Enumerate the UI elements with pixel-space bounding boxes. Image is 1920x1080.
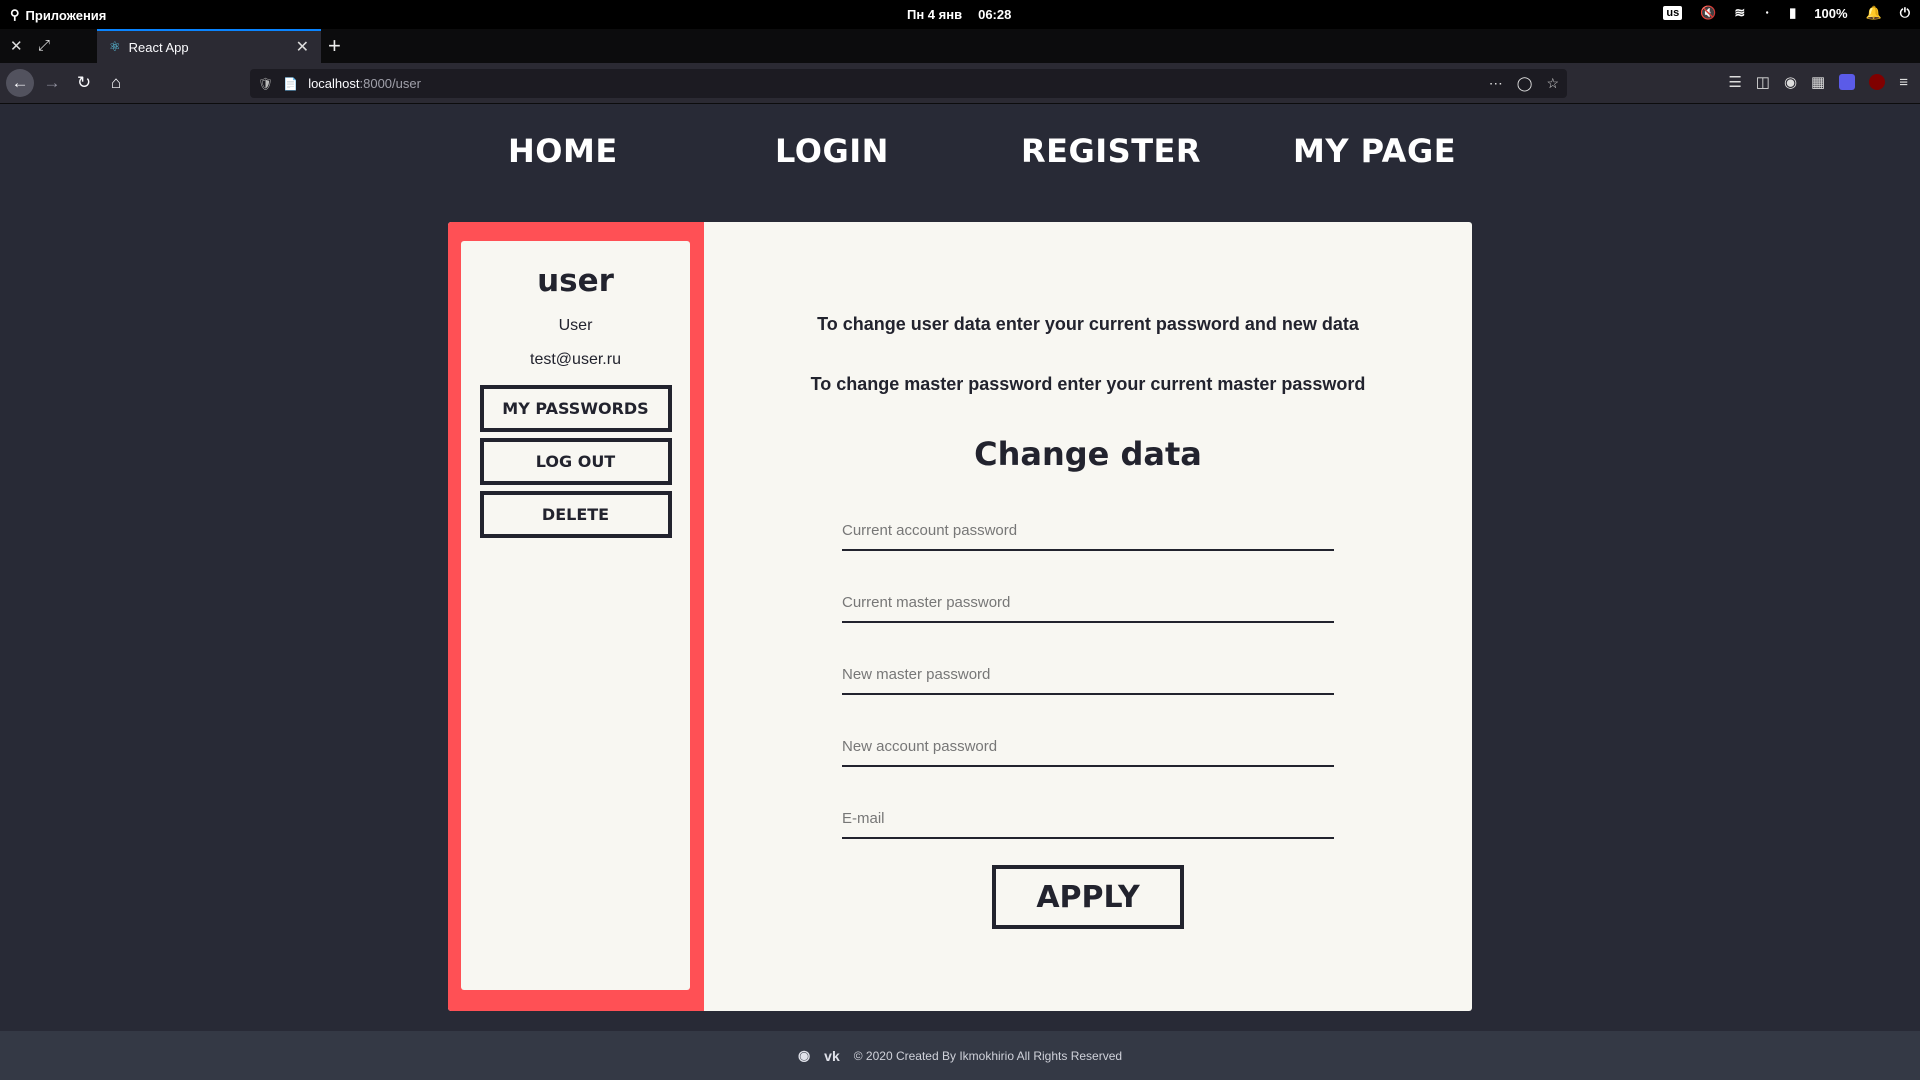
forward-arrow-icon[interactable]: → [38, 69, 66, 97]
vk-icon[interactable]: vk [824, 1048, 840, 1064]
info-master-password: To change master password enter your cur… [810, 374, 1366, 394]
log-out-button[interactable]: LOG OUT [479, 438, 672, 485]
nav-login-link[interactable]: LOGIN [775, 132, 889, 170]
tab-close-icon[interactable]: ✕ [296, 37, 309, 57]
tab-title: React App [128, 39, 189, 55]
qr-extension-icon[interactable]: ▦ [1811, 73, 1825, 91]
ublock-extension-icon[interactable] [1869, 74, 1886, 90]
pocket-icon[interactable]: ◯ [1517, 75, 1533, 92]
form-title: Change data [974, 435, 1202, 473]
nav-my-page-link[interactable]: MY PAGE [1293, 132, 1456, 170]
reload-icon[interactable]: ↻ [70, 69, 98, 97]
date: Пн 4 янв [907, 7, 963, 22]
current-master-password-field[interactable] [842, 583, 1334, 623]
address-bar[interactable]: 🛡 📄 localhost:8000/user ⋯ ◯ ☆ [250, 69, 1567, 98]
bookmark-star-icon[interactable]: ☆ [1546, 75, 1559, 92]
react-favicon-icon: ⚛ [109, 39, 121, 54]
restore-window-icon[interactable]: ⤢ [38, 37, 50, 54]
os-top-bar: ⚲ Приложения Пн 4 янв 06:28 us 🔇 ≋ ᛫ ▮ 1… [0, 0, 1920, 29]
profile-actions: MY PASSWORDS LOG OUT DELETE [461, 385, 690, 538]
user-sidebar: user User test@user.ru MY PASSWORDS LOG … [448, 222, 704, 1011]
change-data-panel: To change user data enter your current p… [704, 222, 1472, 1011]
clock[interactable]: Пн 4 янв 06:28 [907, 7, 1011, 22]
profile-email: test@user.ru [530, 351, 621, 368]
current-account-password-field[interactable] [842, 511, 1334, 551]
keyboard-layout-indicator[interactable]: us [1663, 6, 1683, 20]
system-tray: us 🔇 ≋ ᛫ ▮ 100% 🔔 ⏻ [1663, 5, 1910, 21]
video-extension-icon[interactable] [1839, 74, 1856, 90]
footer: ◉ vk © 2020 Created By Ikmokhirio All Ri… [0, 1031, 1920, 1080]
info-user-data: To change user data enter your current p… [817, 314, 1359, 334]
page-icon[interactable]: 📄 [283, 77, 298, 91]
back-arrow-icon[interactable]: ← [6, 69, 34, 97]
close-window-icon[interactable]: ✕ [10, 37, 23, 55]
browser-tab-strip: ✕ ⤢ ⚛ React App ✕ + [0, 29, 1920, 63]
search-icon: ⚲ [10, 7, 20, 22]
apply-button[interactable]: APPLY [992, 865, 1184, 929]
power-icon[interactable]: ⏻ [1900, 5, 1910, 21]
volume-muted-icon[interactable]: 🔇 [1700, 5, 1716, 21]
nav-register-link[interactable]: REGISTER [1021, 132, 1201, 170]
browser-tab[interactable]: ⚛ React App ✕ [97, 29, 321, 63]
account-icon[interactable]: ◉ [1784, 73, 1797, 91]
notifications-bell-icon[interactable]: 🔔 [1866, 5, 1882, 21]
delete-button[interactable]: DELETE [479, 491, 672, 538]
home-icon[interactable]: ⌂ [102, 69, 130, 97]
bluetooth-icon[interactable]: ᛫ [1763, 6, 1771, 21]
new-tab-icon[interactable]: + [328, 33, 341, 59]
my-passwords-button[interactable]: MY PASSWORDS [479, 385, 672, 432]
applications-label: Приложения [25, 7, 107, 23]
profile-name: User [558, 317, 593, 334]
profile-username: user [537, 263, 614, 299]
time: 06:28 [978, 7, 1012, 22]
more-actions-icon[interactable]: ⋯ [1489, 75, 1503, 92]
battery-icon[interactable]: ▮ [1789, 5, 1796, 21]
sidebar-icon[interactable]: ◫ [1756, 73, 1770, 91]
menu-hamburger-icon[interactable]: ≡ [1899, 74, 1908, 91]
site-navigation: HOME LOGIN REGISTER MY PAGE [0, 104, 1920, 221]
email-field[interactable] [842, 799, 1334, 839]
github-icon[interactable]: ◉ [798, 1047, 810, 1064]
wifi-icon[interactable]: ≋ [1734, 5, 1745, 21]
applications-menu[interactable]: ⚲ Приложения [10, 7, 106, 23]
battery-percent: 100% [1814, 5, 1848, 21]
shield-icon[interactable]: 🛡 [258, 77, 273, 91]
new-master-password-field[interactable] [842, 655, 1334, 695]
library-icon[interactable]: ☰ [1728, 73, 1741, 91]
user-profile-panel: user User test@user.ru MY PASSWORDS LOG … [461, 241, 690, 990]
copyright-text: © 2020 Created By Ikmokhirio All Rights … [853, 1048, 1123, 1063]
browser-toolbar: ← → ↻ ⌂ 🛡 📄 localhost:8000/user ⋯ ◯ ☆ ☰ … [0, 63, 1920, 104]
url-path: :8000/user [359, 76, 421, 91]
toolbar-extensions: ☰ ◫ ◉ ▦ ≡ [1728, 73, 1908, 92]
url-host: localhost [308, 76, 360, 91]
address-bar-actions: ⋯ ◯ ☆ [1489, 75, 1559, 92]
nav-home-link[interactable]: HOME [508, 132, 618, 170]
new-account-password-field[interactable] [842, 727, 1334, 767]
